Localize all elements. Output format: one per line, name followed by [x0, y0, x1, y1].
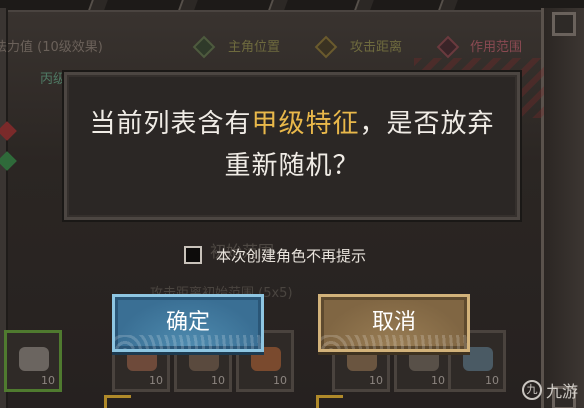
dialog-message-line1: 当前列表含有甲级特征，是否放弃: [67, 103, 517, 145]
item-qty: 10: [273, 374, 287, 387]
bg-label-player-position: 主角位置: [228, 40, 281, 55]
red-diamond-icon: [436, 35, 460, 59]
item-slot: 10: [4, 330, 62, 392]
item-qty: 10: [485, 374, 499, 387]
dont-show-again-label[interactable]: 本次创建角色不再提示: [216, 245, 366, 266]
frame-notch: [268, 0, 288, 10]
dont-show-again-row[interactable]: 本次创建角色不再提示: [184, 244, 366, 266]
top-frame-bar: [0, 0, 584, 12]
wave-pattern: [321, 335, 467, 349]
item-qty: 10: [211, 374, 225, 387]
item-qty: 10: [431, 374, 445, 387]
bg-label-effect-range: 作用范围: [470, 40, 523, 55]
yellow-diamond-icon: [314, 35, 338, 59]
red-marker-icon: [0, 121, 17, 141]
dialog-message-line2: 重新随机？: [224, 151, 360, 181]
green-diamond-icon: [192, 35, 216, 59]
watermark-text: 九游: [545, 382, 578, 401]
item-slot-bar: 10 10 10 10 10 10 10: [0, 322, 584, 408]
dialog-message: 当前列表含有甲级特征，是否放弃 重新随机？: [67, 103, 517, 187]
frame-notch: [178, 0, 198, 10]
bg-label-mana: 法力值 (10级效果): [0, 40, 103, 55]
frame-notch: [354, 0, 374, 10]
item-qty: 10: [149, 374, 163, 387]
game-screen: 法力值 (10级效果) 主角位置 攻击距离 作用范围 丙级 乙级 甲级 初始范围…: [0, 0, 584, 408]
slot-corner-decoration: [316, 395, 343, 408]
cancel-button[interactable]: 取消: [318, 294, 470, 352]
background-legend: 法力值 (10级效果) 主角位置 攻击距离 作用范围: [0, 35, 584, 59]
wave-pattern: [115, 335, 261, 349]
bg-side-markers: [0, 110, 18, 180]
bg-label-attack-range: 攻击距离: [350, 40, 403, 55]
green-marker-icon: [0, 151, 17, 171]
dont-show-again-checkbox[interactable]: [184, 246, 202, 264]
confirm-button-label: 确定: [165, 310, 210, 335]
reroll-confirm-dialog: 当前列表含有甲级特征，是否放弃 重新随机？: [64, 72, 520, 220]
cancel-button-label: 取消: [371, 310, 416, 335]
message-after: ，是否放弃: [359, 109, 495, 139]
message-before: 当前列表含有: [89, 109, 252, 139]
frame-notch: [438, 0, 458, 10]
message-highlight: 甲级特征: [251, 109, 360, 139]
item-qty: 10: [41, 374, 55, 387]
slot-corner-decoration: [104, 395, 131, 408]
frame-notch: [88, 0, 108, 10]
item-qty: 10: [369, 374, 383, 387]
bg-grade-c: 丙级: [40, 72, 67, 87]
jiuyou-logo-icon: 九: [521, 380, 542, 400]
confirm-button[interactable]: 确定: [112, 294, 264, 352]
watermark: 九 九游: [521, 378, 578, 402]
frame-rivet: [552, 12, 576, 36]
item-icon: [19, 347, 49, 371]
